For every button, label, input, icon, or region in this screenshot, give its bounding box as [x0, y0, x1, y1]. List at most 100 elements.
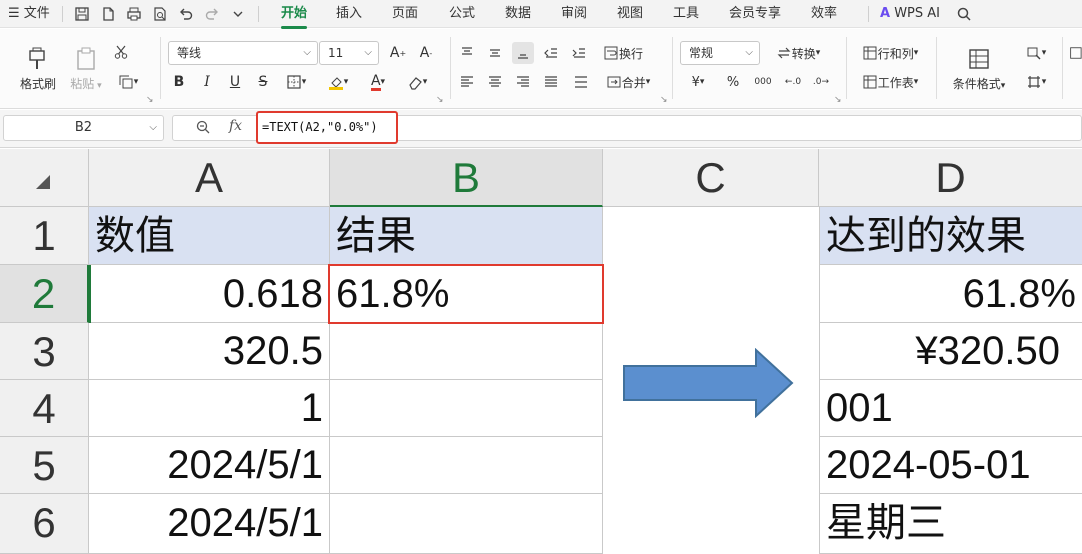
- tab-data[interactable]: 数据: [505, 5, 531, 23]
- tab-formulas[interactable]: 公式: [449, 5, 475, 23]
- italic-button[interactable]: I: [196, 71, 218, 93]
- table-border-button[interactable]: ▾: [1020, 71, 1052, 93]
- format-painter-button[interactable]: 格式刷: [12, 41, 64, 97]
- tab-review[interactable]: 审阅: [561, 5, 587, 23]
- copy-button[interactable]: ▾: [110, 71, 146, 93]
- cell-a5[interactable]: 2024/5/1: [89, 437, 330, 494]
- column-header-a[interactable]: A: [89, 149, 330, 207]
- rows-columns-button[interactable]: 行和列 ▾: [854, 42, 926, 64]
- row-header-1[interactable]: 1: [0, 207, 89, 265]
- align-right-icon[interactable]: [512, 71, 534, 93]
- cell-a6[interactable]: 2024/5/1: [89, 494, 330, 554]
- convert-button[interactable]: 转换 ▾: [766, 42, 830, 64]
- formula-input[interactable]: =TEXT(A2,"0.0%"): [256, 111, 398, 144]
- cell-c6[interactable]: [603, 494, 819, 554]
- decrease-decimal-icon[interactable]: .0→: [808, 71, 834, 93]
- cell-a3[interactable]: 320.5: [89, 323, 330, 380]
- dialog-launcher-icon[interactable]: ↘: [436, 95, 444, 105]
- new-doc-icon[interactable]: [98, 4, 118, 24]
- cell-a1[interactable]: 数值: [89, 207, 330, 265]
- row-header-5[interactable]: 5: [0, 437, 89, 494]
- font-color-button[interactable]: A ▾: [362, 71, 394, 93]
- fx-icon[interactable]: fx: [229, 118, 242, 134]
- file-menu[interactable]: ☰ 文件: [8, 5, 50, 23]
- cell-d1[interactable]: 达到的效果: [819, 207, 1082, 265]
- name-box[interactable]: B2 ⌵: [3, 115, 164, 141]
- increase-decimal-icon[interactable]: ←.0: [780, 71, 806, 93]
- decrease-indent-icon[interactable]: [540, 42, 562, 64]
- strikethrough-button[interactable]: S: [252, 71, 274, 93]
- row-header-3[interactable]: 3: [0, 323, 89, 380]
- tab-member[interactable]: 会员专享: [729, 5, 781, 23]
- cell-d2[interactable]: 61.8%: [819, 265, 1082, 323]
- zoom-formula-icon[interactable]: [195, 119, 215, 139]
- cell-b4[interactable]: [330, 380, 603, 437]
- undo-icon[interactable]: [176, 4, 196, 24]
- increase-font-icon[interactable]: A +: [386, 42, 410, 64]
- tab-page[interactable]: 页面: [392, 5, 418, 23]
- align-middle-icon[interactable]: [484, 42, 506, 64]
- chevron-down-icon[interactable]: [228, 4, 248, 24]
- distributed-align-icon[interactable]: [570, 71, 592, 93]
- align-center-icon[interactable]: [484, 71, 506, 93]
- align-top-icon[interactable]: [456, 42, 478, 64]
- cell-d4[interactable]: 001: [819, 380, 1082, 437]
- paste-button[interactable]: 粘贴 ▾: [64, 41, 108, 97]
- worksheet-button[interactable]: 工作表 ▾: [854, 71, 926, 93]
- column-header-d[interactable]: D: [819, 149, 1082, 207]
- align-bottom-icon[interactable]: [512, 42, 534, 64]
- cell-b5[interactable]: [330, 437, 603, 494]
- tab-insert[interactable]: 插入: [336, 5, 362, 23]
- font-name-select[interactable]: 等线 ⌵: [168, 41, 318, 65]
- print-icon[interactable]: [124, 4, 144, 24]
- row-header-4[interactable]: 4: [0, 380, 89, 437]
- percent-button[interactable]: %: [722, 71, 744, 93]
- dialog-launcher-icon[interactable]: ↘: [660, 95, 668, 105]
- cell-d3[interactable]: ¥320.50: [819, 323, 1082, 380]
- cell-c2[interactable]: [603, 265, 819, 323]
- cell-b2[interactable]: 61.8%: [330, 265, 603, 323]
- cell-c5[interactable]: [603, 437, 819, 494]
- cut-icon[interactable]: [110, 41, 132, 63]
- tab-view[interactable]: 视图: [617, 5, 643, 23]
- dialog-launcher-icon[interactable]: ↘: [146, 95, 154, 105]
- number-format-select[interactable]: 常规 ⌵: [680, 41, 760, 65]
- cell-c1[interactable]: [603, 207, 819, 265]
- cell-d6[interactable]: 星期三: [819, 494, 1082, 554]
- row-header-6[interactable]: 6: [0, 494, 89, 554]
- tab-tools[interactable]: 工具: [673, 5, 699, 23]
- search-icon[interactable]: [954, 4, 974, 24]
- bold-button[interactable]: B: [168, 71, 190, 93]
- border-button[interactable]: ▾: [280, 71, 312, 93]
- cell-a2[interactable]: 0.618: [89, 265, 330, 323]
- redo-icon[interactable]: [202, 4, 222, 24]
- underline-button[interactable]: U: [224, 71, 246, 93]
- right-arrow-shape[interactable]: [620, 348, 796, 418]
- dialog-launcher-icon[interactable]: ↘: [834, 95, 842, 105]
- increase-indent-icon[interactable]: [568, 42, 590, 64]
- save-icon[interactable]: [72, 4, 92, 24]
- cell-b1[interactable]: 结果: [330, 207, 603, 265]
- overflow-icon[interactable]: [1068, 42, 1082, 64]
- decrease-font-icon[interactable]: A-: [414, 42, 438, 64]
- thousands-separator-button[interactable]: 000: [750, 71, 776, 93]
- cell-b3[interactable]: [330, 323, 603, 380]
- fill-color-button[interactable]: ▾: [320, 71, 356, 93]
- cell-b6[interactable]: [330, 494, 603, 554]
- cell-d5[interactable]: 2024-05-01: [819, 437, 1082, 494]
- merge-button[interactable]: 合并 ▾: [598, 71, 658, 93]
- column-header-c[interactable]: C: [603, 149, 819, 207]
- wrap-text-button[interactable]: 换行: [598, 42, 648, 64]
- select-all-corner[interactable]: [0, 149, 89, 207]
- conditional-format-button[interactable]: 条件格式▾: [944, 41, 1014, 97]
- row-header-2[interactable]: 2: [0, 265, 89, 323]
- column-header-b[interactable]: B: [330, 149, 603, 207]
- cell-style-button[interactable]: ▾: [1020, 42, 1052, 64]
- cell-a4[interactable]: 1: [89, 380, 330, 437]
- tab-efficiency[interactable]: 效率: [811, 5, 837, 23]
- wps-ai-button[interactable]: A WPS AI: [880, 5, 940, 23]
- justify-icon[interactable]: [540, 71, 562, 93]
- align-left-icon[interactable]: [456, 71, 478, 93]
- font-size-select[interactable]: 11 ⌵: [319, 41, 379, 65]
- print-preview-icon[interactable]: [150, 4, 170, 24]
